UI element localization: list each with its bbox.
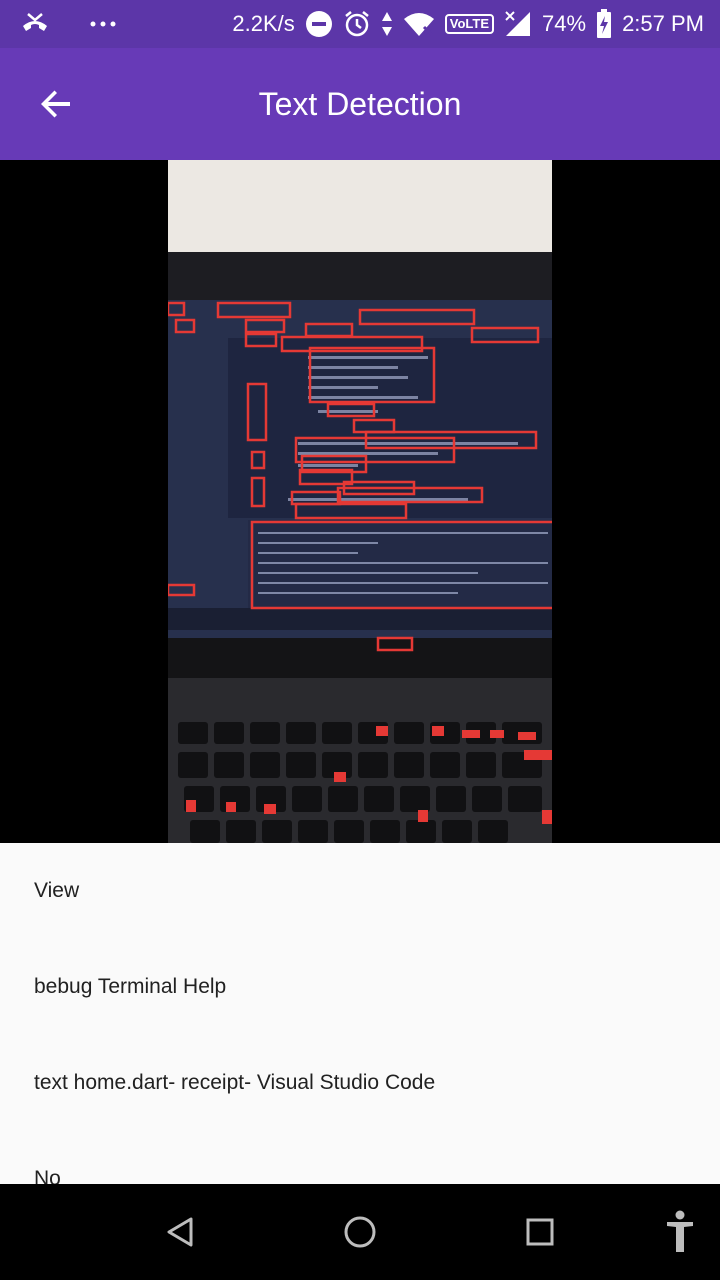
clock: 2:57 PM <box>622 11 704 36</box>
list-item[interactable]: bebug Terminal Help <box>0 939 720 1035</box>
navigation-bar <box>0 1184 720 1280</box>
nav-home-button[interactable] <box>330 1202 390 1262</box>
wifi-icon <box>403 11 435 37</box>
image-preview-area <box>0 160 720 843</box>
dnd-icon <box>305 10 333 38</box>
missed-call-icon <box>20 11 50 37</box>
accessibility-icon <box>667 1210 693 1252</box>
net-speed: 2.2K/s <box>232 11 295 36</box>
detected-photo <box>168 160 552 843</box>
battery-percent: 74% <box>542 11 587 36</box>
list-item[interactable]: text home.dart- receipt- Visual Studio C… <box>0 1035 720 1131</box>
volte-icon: VoLTE <box>444 14 495 34</box>
more-dots-icon <box>90 20 116 28</box>
list-item[interactable]: No <box>0 1131 720 1184</box>
page-title: Text Detection <box>258 86 462 122</box>
list-item[interactable]: View <box>0 843 720 939</box>
back-triangle-icon <box>167 1217 193 1247</box>
battery-charging-icon <box>596 9 612 39</box>
nav-recents-button[interactable] <box>510 1202 570 1262</box>
data-arrows-icon <box>381 11 393 37</box>
recents-square-icon <box>526 1218 554 1246</box>
signal-icon <box>504 10 532 38</box>
detected-text-list: View bebug Terminal Help text home.dart-… <box>0 843 720 1184</box>
status-bar-right: 2.2K/s VoLTE 74% 2:57 PM <box>232 0 704 48</box>
nav-accessibility-button[interactable] <box>650 1202 710 1262</box>
status-bar: 2.2K/s VoLTE 74% 2:57 PM <box>0 0 720 48</box>
alarm-icon <box>343 10 371 38</box>
app-bar: Text Detection <box>0 48 720 160</box>
status-bar-left <box>20 0 116 48</box>
home-circle-icon <box>344 1216 376 1248</box>
nav-back-button[interactable] <box>150 1202 210 1262</box>
